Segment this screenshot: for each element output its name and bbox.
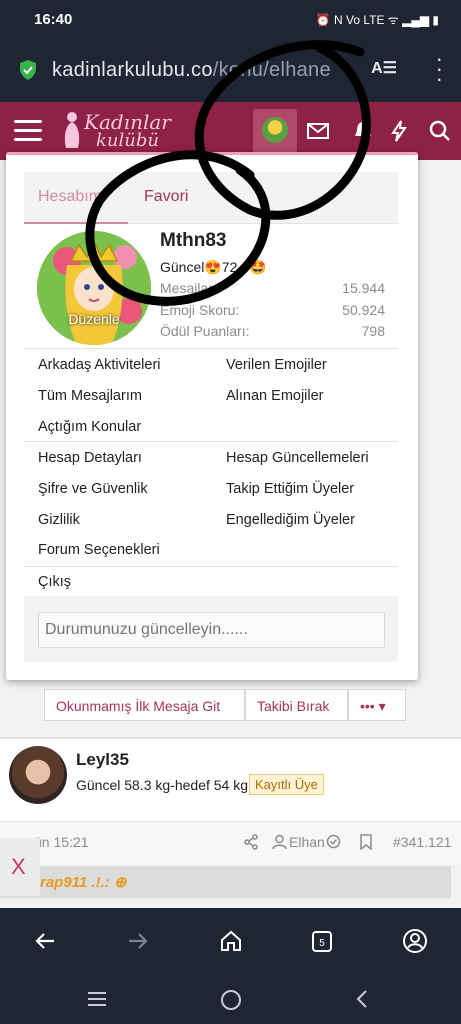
- logo-line2: kulübü: [96, 130, 159, 151]
- menu-password-security[interactable]: Şifre ve Güvenlik: [38, 481, 148, 497]
- menu-friend-activity[interactable]: Arkadaş Aktiviteleri: [38, 357, 161, 373]
- active-tab-indicator: [24, 222, 128, 224]
- reader-mode-icon[interactable]: A☰: [371, 58, 397, 78]
- stat-label: Emoji Skoru:: [160, 302, 240, 318]
- menu-divider: [24, 566, 398, 567]
- stat-value: 15.944: [342, 280, 385, 296]
- profile-status: Güncel😍72.6🤩: [160, 259, 267, 275]
- browser-bottom-nav: 5: [0, 908, 461, 974]
- menu-forum-options[interactable]: Forum Seçenekleri: [38, 542, 160, 558]
- menu-privacy[interactable]: Gizlilik: [38, 512, 80, 528]
- unfollow-button[interactable]: Takibi Bırak: [245, 689, 348, 721]
- logo-figure-icon: [64, 112, 80, 148]
- post-username[interactable]: Leyl35: [76, 750, 129, 770]
- goto-first-unread-button[interactable]: Okunmamış İlk Mesaja Git: [44, 689, 245, 721]
- tab-account[interactable]: Hesabım: [38, 188, 102, 206]
- status-icons: ⏰ N Vo LTE ᯤ ▂▄▆ ▮: [315, 13, 439, 27]
- stat-value: 798: [361, 323, 385, 339]
- header-account-avatar[interactable]: [253, 109, 297, 153]
- menu-divider: [24, 441, 398, 442]
- system-nav-bar: [0, 974, 461, 1024]
- site-logo[interactable]: Kadınlar kulübü: [60, 108, 178, 154]
- menu-logout[interactable]: Çıkış: [38, 574, 71, 590]
- post-user-status: Güncel 58.3 kg-hedef 54 kg: [76, 777, 249, 793]
- quoted-user[interactable]: Elhan: [289, 834, 325, 850]
- url-path: /konu/elhan: [212, 59, 320, 81]
- system-back-icon[interactable]: [352, 988, 372, 1010]
- inbox-icon[interactable]: [305, 118, 331, 144]
- profile-username[interactable]: Mthn83: [160, 230, 227, 252]
- status-update-input[interactable]: [38, 612, 385, 648]
- status-bar: 16:40 ⏰ N Vo LTE ᯤ ▂▄▆ ▮: [0, 0, 461, 38]
- stat-label: Mesajlar:: [160, 280, 217, 296]
- forward-arrow-icon[interactable]: [127, 930, 149, 952]
- secure-shield-icon: [20, 60, 36, 80]
- alerts-bell-icon[interactable]: [350, 118, 376, 144]
- post-number[interactable]: #341.121: [393, 834, 451, 850]
- close-overlay-button[interactable]: X: [0, 838, 40, 896]
- menu-ignored[interactable]: Engellediğim Üyeler: [226, 512, 355, 528]
- menu-account-details[interactable]: Hesap Detayları: [38, 450, 142, 466]
- url-tail: e: [319, 59, 331, 81]
- popup-accent-line: [6, 152, 418, 155]
- account-circle-icon[interactable]: [402, 928, 428, 954]
- menu-received-emojis[interactable]: Alınan Emojiler: [226, 388, 324, 404]
- avatar-edit-label[interactable]: Düzenle: [37, 311, 151, 327]
- share-icon[interactable]: [243, 834, 259, 850]
- popup-tabs: Hesabım Favori: [24, 172, 398, 224]
- system-home-icon[interactable]: [219, 988, 243, 1012]
- stat-value: 50.924: [342, 302, 385, 318]
- url-text[interactable]: kadinlarkulubu.co/konu/elhane: [52, 59, 331, 82]
- clock: 16:40: [34, 11, 73, 28]
- avatar-illustration: [37, 231, 151, 345]
- menu-account-updates[interactable]: Hesap Güncellemeleri: [226, 450, 369, 466]
- user-icon: [272, 834, 287, 850]
- more-actions-button[interactable]: ••• ▾: [348, 689, 406, 721]
- svg-text:5: 5: [319, 938, 325, 949]
- search-icon[interactable]: [427, 118, 453, 144]
- menu-divider: [24, 348, 398, 349]
- user-title-badge: Kayıtlı Üye: [249, 774, 324, 795]
- menu-given-emojis[interactable]: Verilen Emojiler: [226, 357, 327, 373]
- back-arrow-icon[interactable]: [34, 930, 56, 952]
- browser-menu-icon[interactable]: · · ·: [436, 48, 443, 90]
- menu-my-threads[interactable]: Açtığım Konular: [38, 419, 141, 435]
- url-domain: kadinlarkulubu.co: [52, 59, 213, 81]
- menu-following[interactable]: Takip Ettiğim Üyeler: [226, 481, 354, 497]
- post-user-avatar[interactable]: [9, 746, 67, 804]
- stat-label: Ödül Puanları:: [160, 323, 250, 339]
- post-time[interactable]: ün 15:21: [34, 834, 89, 850]
- menu-all-messages[interactable]: Tüm Mesajlarım: [38, 388, 142, 404]
- profile-avatar[interactable]: Düzenle: [37, 231, 151, 345]
- verified-check-icon: [326, 834, 341, 849]
- hamburger-menu-icon[interactable]: [14, 120, 42, 142]
- bookmark-icon[interactable]: [360, 834, 372, 850]
- home-icon[interactable]: [219, 929, 243, 953]
- browser-url-bar[interactable]: kadinlarkulubu.co/konu/elhane A☰ · · ·: [0, 38, 461, 102]
- recent-apps-icon[interactable]: [86, 990, 108, 1008]
- tabs-count-icon[interactable]: 5: [310, 928, 336, 954]
- whats-new-bolt-icon[interactable]: [386, 118, 412, 144]
- quote-text[interactable]: rap911 .!.: ⊕: [40, 873, 126, 891]
- tab-favorites[interactable]: Favori: [144, 188, 188, 206]
